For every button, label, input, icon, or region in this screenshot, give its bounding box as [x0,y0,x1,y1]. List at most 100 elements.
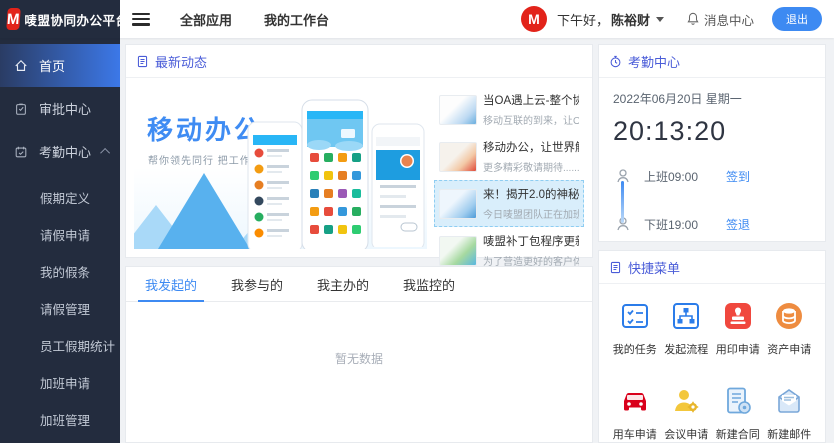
tab-monitored-by-me[interactable]: 我监控的 [386,267,472,301]
attendance-icon [14,145,28,159]
chevron-down-icon [656,17,664,22]
news-thumbnail [439,236,477,266]
menu-toggle-icon[interactable] [132,13,150,26]
mail-icon [773,385,805,417]
quick-item-meeting-request[interactable]: 会议申请 [661,385,713,442]
timeline-connector [621,181,624,223]
quick-item-label: 发起流程 [664,341,708,357]
asset-icon [773,300,805,332]
news-thumbnail [439,189,477,219]
quick-item-label: 新建邮件 [767,426,811,442]
news-item-active[interactable]: 来！揭开2.0的神秘面纱- 今日唛盟团队正在加班加点， [434,180,584,227]
sidebar-item-label: 首页 [39,56,65,75]
sidebar-subitem-leave-management[interactable]: 请假管理 [0,290,120,327]
sidebar-subitem-overtime-management[interactable]: 加班管理 [0,401,120,438]
news-banner-carousel[interactable]: 移动办公 帮你领先同行 把工作带出办公室 [134,86,427,249]
news-item[interactable]: 当OA遇上云-整个协同OA 移动互联的到来，让OA与云 [434,86,584,133]
latest-news-header: 最新动态 [126,45,592,78]
app-logo-icon: M [6,8,20,30]
quick-menu-panel: 快捷菜单 我的任务 [598,250,826,443]
stamp-icon [722,300,754,332]
document-icon [609,261,622,274]
phone-mockup-left [247,121,303,249]
approval-icon [14,102,28,116]
nav-my-workbench[interactable]: 我的工作台 [264,10,329,29]
news-item-title: 当OA遇上云-整个协同OA [483,92,579,108]
sidebar-submenu: 假期定义 请假申请 我的假条 请假管理 员工假期统计 加班申请 加班管理 [0,173,120,438]
sidebar-subitem-my-leave-slips[interactable]: 我的假条 [0,253,120,290]
home-icon [14,59,28,73]
meeting-icon [670,385,702,417]
quick-item-label: 我的任务 [613,341,657,357]
check-in-link[interactable]: 签到 [726,168,750,185]
shift-row-evening: 下班19:00 签退 [615,209,811,239]
document-icon [136,55,149,68]
news-item[interactable]: 移动办公，让世界触手可 更多精彩敬请期待....... [434,133,584,180]
main-content: 最新动态 移动办公 帮你领先同行 把工作带出办公室 [120,38,834,443]
banner-headline: 移动办公 [147,110,263,147]
attendance-timeline: 上班09:00 签到 下班19:00 签退 [613,161,811,239]
nav-all-apps[interactable]: 全部应用 [180,10,232,29]
sidebar-item-approval-center[interactable]: 审批中心 [0,87,120,130]
shift-row-morning: 上班09:00 签到 [615,161,811,191]
user-greeting[interactable]: 下午好，陈裕财 [557,10,664,29]
tab-hosted-by-me[interactable]: 我主办的 [300,267,386,301]
latest-news-title: 最新动态 [155,52,207,71]
app-logo-area: M 唛盟协同办公平台 [0,0,120,38]
quick-menu-header: 快捷菜单 [599,251,825,284]
quick-item-vehicle-request[interactable]: 用车申请 [609,385,661,442]
tab-initiated-by-me[interactable]: 我发起的 [128,267,214,301]
attendance-panel: 考勤中心 2022年06月20日 星期一 20:13:20 上班09:00 签到 [598,44,826,242]
quick-item-label: 用印申请 [716,341,760,357]
quick-item-new-contract[interactable]: 新建合同 [712,385,764,442]
app-title: 唛盟协同办公平台 [25,10,129,29]
news-item-subtitle: 更多精彩敬请期待....... [483,159,579,174]
sidebar-subitem-leave-request[interactable]: 请假申请 [0,216,120,253]
news-item-title: 来！揭开2.0的神秘面纱- [483,186,579,202]
news-list: 当OA遇上云-整个协同OA 移动互联的到来，让OA与云 移动办公，让世界触手可 … [434,86,584,249]
sidebar-subitem-employee-leave-stats[interactable]: 员工假期统计 [0,327,120,364]
phone-mockup-right [371,123,425,247]
news-item-title: 移动办公，让世界触手可 [483,139,579,155]
news-thumbnail [439,142,477,172]
quick-item-seal-request[interactable]: 用印申请 [712,300,764,357]
shift-label: 上班09:00 [644,168,698,185]
chevron-up-icon [100,148,110,158]
tab-participated-by-me[interactable]: 我参与的 [214,267,300,301]
user-avatar[interactable]: M [521,6,547,32]
quick-item-label: 资产申请 [767,341,811,357]
quick-item-label: 用车申请 [613,426,657,442]
start-flow-icon [670,300,702,332]
phone-mockups [247,93,425,249]
phone-mockup-center [301,99,369,249]
quick-item-start-flow[interactable]: 发起流程 [661,300,713,357]
quick-item-new-mail[interactable]: 新建邮件 [764,385,816,442]
quick-item-asset-request[interactable]: 资产申请 [764,300,816,357]
quick-item-my-tasks[interactable]: 我的任务 [609,300,661,357]
sidebar-item-home[interactable]: 首页 [0,44,120,87]
sidebar-item-attendance-center[interactable]: 考勤中心 [0,130,120,173]
car-icon [619,385,651,417]
top-header: M 唛盟协同办公平台 全部应用 我的工作台 M 下午好，陈裕财 消息中心 退出 [0,0,834,38]
greeting-text: 下午好， [557,10,609,29]
mountain-graphic [158,173,250,249]
sidebar-item-label: 审批中心 [39,99,91,118]
attendance-date: 2022年06月20日 星期一 [613,90,811,107]
sidebar: 首页 审批中心 考勤中心 假期定义 请假申请 我的假条 请假管理 员工假期统计 … [0,38,120,443]
sidebar-subitem-overtime-request[interactable]: 加班申请 [0,364,120,401]
bell-icon [686,12,700,26]
news-thumbnail [439,95,477,125]
logout-button[interactable]: 退出 [772,7,822,31]
top-nav: 全部应用 我的工作台 [180,10,329,29]
header-right: M 下午好，陈裕财 消息中心 退出 [521,6,834,32]
message-center-button[interactable]: 消息中心 [686,10,754,29]
tasks-panel: 我发起的 我参与的 我主办的 我监控的 暂无数据 [125,266,593,443]
attendance-title: 考勤中心 [628,52,680,71]
attendance-clock: 20:13:20 [613,116,811,147]
quick-menu-grid: 我的任务 发起流程 [599,284,825,442]
check-out-link[interactable]: 签退 [726,216,750,233]
shift-label: 下班19:00 [644,216,698,233]
quick-menu-title: 快捷菜单 [628,258,680,277]
empty-state-text: 暂无数据 [126,350,592,367]
sidebar-subitem-holiday-definition[interactable]: 假期定义 [0,179,120,216]
